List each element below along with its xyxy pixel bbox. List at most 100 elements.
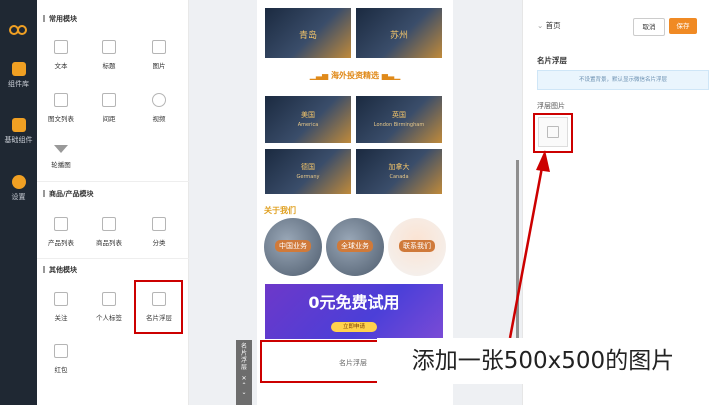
component-text[interactable]: 文本 [39,40,83,70]
component-heading[interactable]: 标题 [87,40,131,70]
about-global-business[interactable]: 全球业务 [326,218,384,276]
instruction-callout: 添加一张500x500的图片 [377,338,709,384]
side-toolbar-label: 名片浮层 [240,343,247,371]
text-icon [54,40,68,54]
country-card-usa[interactable]: 美国 America [265,96,351,143]
props-section-title: 名片浮层 [537,56,567,65]
chevron-down-icon: ⌄ [537,21,546,30]
layers-icon [11,62,26,76]
country-en: Germany [296,174,320,180]
bag-icon [102,217,116,231]
component-carousel[interactable]: 轮播图 [39,145,83,169]
circle-label: 全球业务 [337,240,373,252]
component-label: 间距 [102,115,116,123]
cancel-button[interactable]: 取消 [633,18,665,36]
spacing-icon [102,93,116,107]
video-icon [152,93,166,107]
divider [37,258,189,259]
circle-label: 中国业务 [275,240,311,252]
rail-item-label: 组件库 [8,80,29,88]
country-card-germany[interactable]: 德国 Germany [265,149,351,194]
float-image-label: 浮层图片 [537,102,565,110]
breadcrumb[interactable]: ⌄ 首页 [537,20,561,31]
about-china-business[interactable]: 中国业务 [264,218,322,276]
chevron-up-icon[interactable]: ⌃ [236,382,252,389]
rail-item-basic-components[interactable]: 基础组件 [0,118,37,145]
red-packet-icon [54,344,68,358]
country-en: London Birmingham [373,122,425,128]
bars-icon: ▅▃▁ [379,71,401,80]
component-label: 分类 [152,239,166,247]
gear-icon [11,175,26,189]
section-title-common: 常用模块 [43,14,77,24]
country-card-canada[interactable]: 加拿大 Canada [356,149,442,194]
component-label: 产品列表 [48,239,74,247]
rail-item-label: 基础组件 [4,136,33,144]
side-toolbar[interactable]: 名片浮层 ✕ ⌃ ⌄ [236,340,252,405]
section-title-overseas: ▁▃▅ 海外投资精选 ▅▃▁ [257,70,453,81]
city-label: 青岛 [298,31,317,41]
list-icon [152,217,166,231]
about-us-title: 关于我们 [264,206,296,215]
nav-rail: 组件库 基础组件 设置 [0,0,37,405]
component-video[interactable]: 视频 [137,93,181,123]
rail-item-label: 设置 [11,193,26,201]
image-icon [152,40,166,54]
component-product-list[interactable]: 产品列表 [39,217,83,247]
red-arrow [508,150,550,339]
free-trial-banner[interactable]: 0元免费试用 立即申请 [265,284,443,339]
country-card-uk[interactable]: 英国 London Birmingham [356,96,442,143]
component-label: 个人标签 [96,314,122,322]
country-name: 美国 [301,111,315,119]
section-title-text: 海外投资精选 [331,71,379,80]
highlight-card-float-component [134,280,183,334]
box-icon [54,217,68,231]
component-category[interactable]: 分类 [137,217,181,247]
banner-title: 0元免费试用 [308,293,400,312]
chevron-down-icon[interactable]: ⌄ [236,389,252,396]
cube-icon [11,118,26,132]
image-list-icon [54,93,68,107]
heading-icon [102,40,116,54]
section-title-products: 商品/产品模块 [43,189,94,199]
component-red-packet[interactable]: 红包 [39,344,83,374]
tag-icon [102,292,116,306]
component-panel: 常用模块 文本 标题 图片 图文列表 间距 视频 轮播图 商品/产品模块 产品列… [37,0,189,405]
city-label: 苏州 [389,31,408,41]
user-icon [54,292,68,306]
component-label: 红包 [54,366,68,374]
city-card-qingdao[interactable]: 青岛 [265,8,351,58]
component-goods-list[interactable]: 商品列表 [87,217,131,247]
close-icon[interactable]: ✕ [236,375,252,382]
component-label: 关注 [54,314,68,322]
component-image-list[interactable]: 图文列表 [39,93,83,123]
banner-apply-button[interactable]: 立即申请 [331,322,377,332]
info-banner: 不设置背景，默认显示微信名片浮层 [537,70,709,90]
section-title-other: 其他模块 [43,265,77,275]
component-label: 标题 [102,62,116,70]
rail-item-settings[interactable]: 设置 [0,175,37,202]
bars-icon: ▁▃▅ [309,71,331,80]
component-label: 视频 [152,115,166,123]
component-label: 轮播图 [51,161,71,169]
breadcrumb-label: 首页 [545,21,561,30]
component-personal-tag[interactable]: 个人标签 [87,292,131,322]
app-logo [9,21,27,35]
city-card-suzhou[interactable]: 苏州 [356,8,442,58]
component-label: 文本 [54,62,68,70]
about-contact-us[interactable]: 联系我们 [388,218,446,276]
divider [37,181,189,182]
component-label: 商品列表 [96,239,122,247]
component-spacing[interactable]: 间距 [87,93,131,123]
component-follow[interactable]: 关注 [39,292,83,322]
component-label: 图文列表 [48,115,74,123]
country-name: 英国 [392,111,406,119]
chevron-down-icon [54,145,68,153]
country-name: 加拿大 [388,163,410,171]
component-image[interactable]: 图片 [137,40,181,70]
country-en: Canada [389,174,409,180]
country-en: America [297,122,319,128]
rail-item-component-library[interactable]: 组件库 [0,62,37,89]
highlight-card-float-area [260,340,379,383]
save-button[interactable]: 保存 [669,18,697,34]
